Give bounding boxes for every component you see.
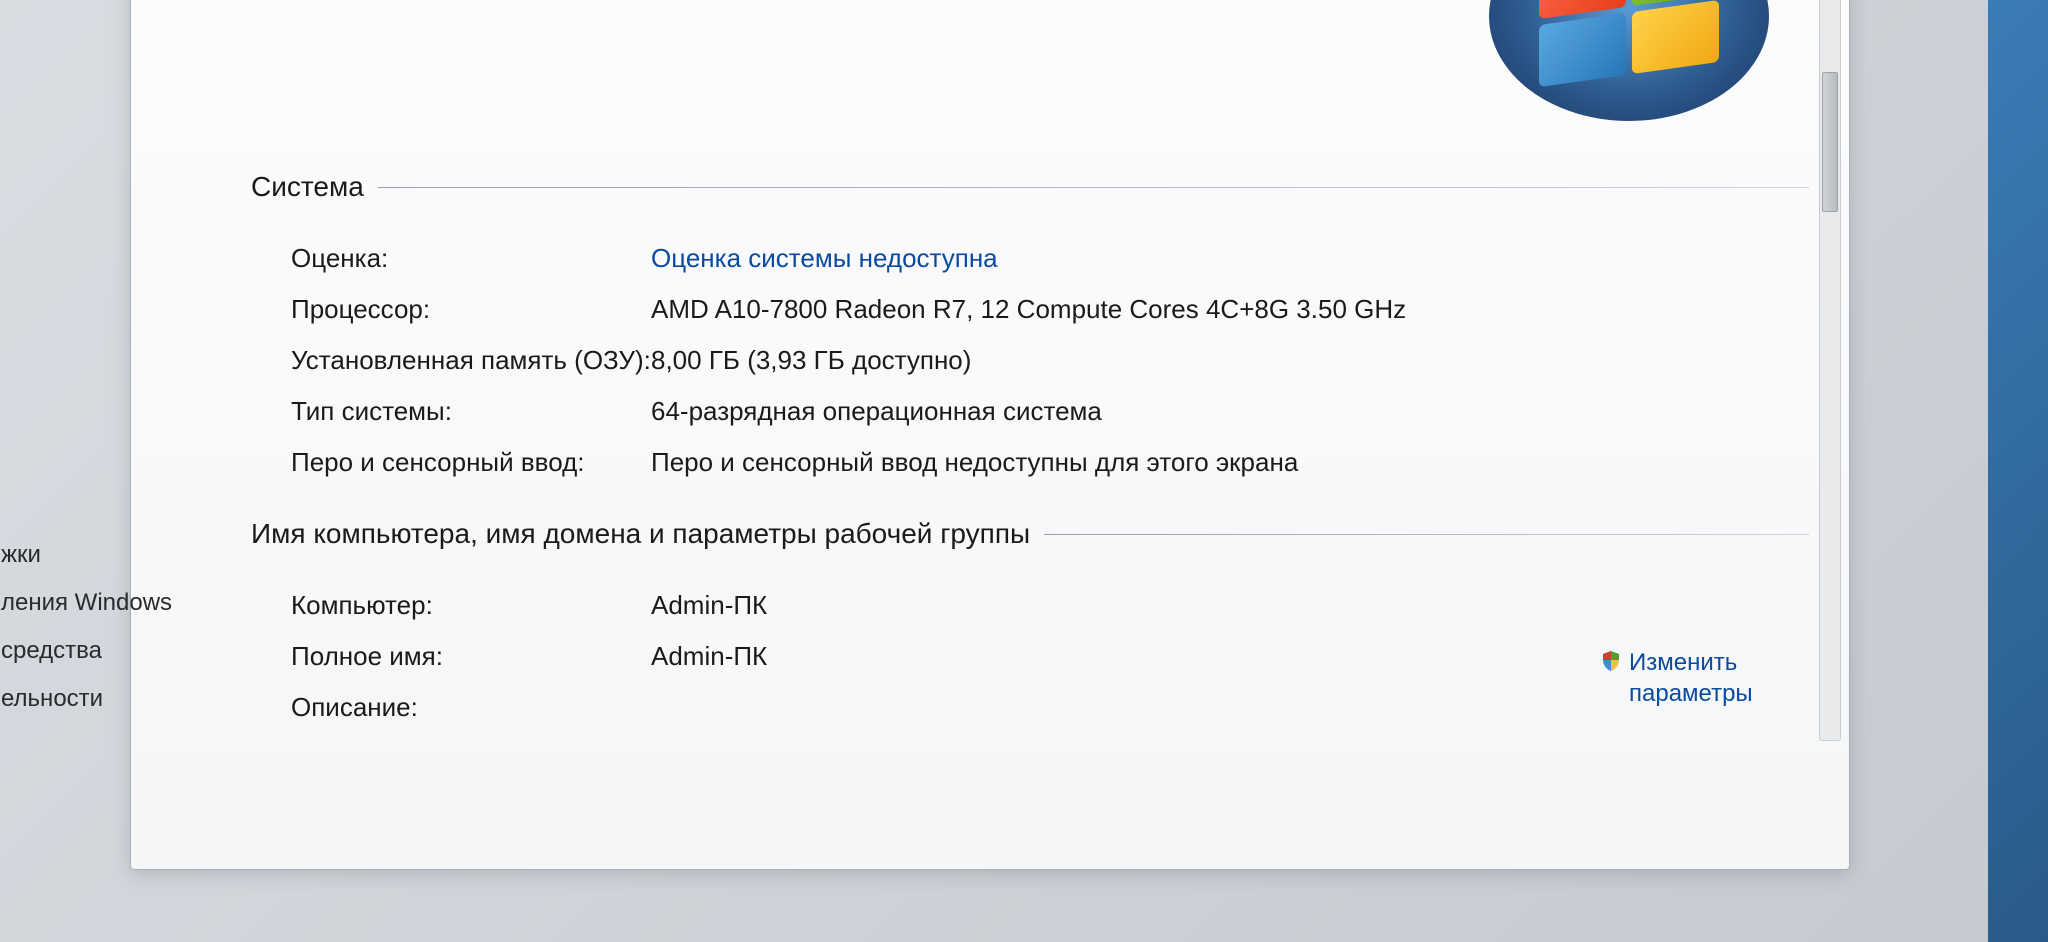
section-title-system: Система	[251, 171, 378, 203]
field-value: 8,00 ГБ (3,93 ГБ доступно)	[651, 345, 1809, 376]
change-settings-label: Изменить параметры	[1629, 647, 1769, 709]
desktop-background-edge	[1988, 0, 2048, 942]
field-label: Описание:	[291, 692, 651, 723]
change-settings-link[interactable]: Изменить параметры	[1599, 647, 1769, 709]
field-rating: Оценка: Оценка системы недоступна	[251, 233, 1809, 284]
vertical-scrollbar[interactable]	[1819, 0, 1841, 741]
section-title-computer-name: Имя компьютера, имя домена и параметры р…	[251, 518, 1044, 550]
section-divider	[1044, 534, 1809, 535]
field-value: AMD A10-7800 Radeon R7, 12 Compute Cores…	[651, 294, 1809, 325]
field-value: Admin-ПК	[651, 590, 1809, 621]
section-divider	[378, 187, 1809, 188]
field-value: 64-разрядная операционная система	[651, 396, 1809, 427]
field-label: Процессор:	[291, 294, 651, 325]
field-full-name: Полное имя: Admin-ПК	[251, 631, 1809, 682]
system-section: Система Оценка: Оценка системы недоступн…	[251, 171, 1809, 488]
field-label: Компьютер:	[291, 590, 651, 621]
field-label: Тип системы:	[291, 396, 651, 427]
field-value: Перо и сенсорный ввод недоступны для это…	[651, 447, 1809, 478]
shield-icon	[1599, 649, 1623, 673]
field-pen-touch: Перо и сенсорный ввод: Перо и сенсорный …	[251, 437, 1809, 488]
field-label: Полное имя:	[291, 641, 651, 672]
field-computer: Компьютер: Admin-ПК	[251, 580, 1809, 631]
windows-logo	[1489, 0, 1769, 121]
field-label: Перо и сенсорный ввод:	[291, 447, 651, 478]
system-properties-window: жки ления Windows средства ельности Сист…	[130, 0, 1850, 870]
field-system-type: Тип системы: 64-разрядная операционная с…	[251, 386, 1809, 437]
scrollbar-thumb[interactable]	[1822, 72, 1838, 212]
field-description: Описание:	[251, 682, 1809, 733]
field-processor: Процессор: AMD A10-7800 Radeon R7, 12 Co…	[251, 284, 1809, 335]
rating-link[interactable]: Оценка системы недоступна	[651, 243, 1809, 274]
computer-name-section: Имя компьютера, имя домена и параметры р…	[251, 518, 1809, 733]
content-pane: Система Оценка: Оценка системы недоступн…	[131, 0, 1849, 869]
field-memory: Установленная память (ОЗУ): 8,00 ГБ (3,9…	[251, 335, 1809, 386]
field-label: Оценка:	[291, 243, 651, 274]
field-label: Установленная память (ОЗУ):	[291, 345, 651, 376]
